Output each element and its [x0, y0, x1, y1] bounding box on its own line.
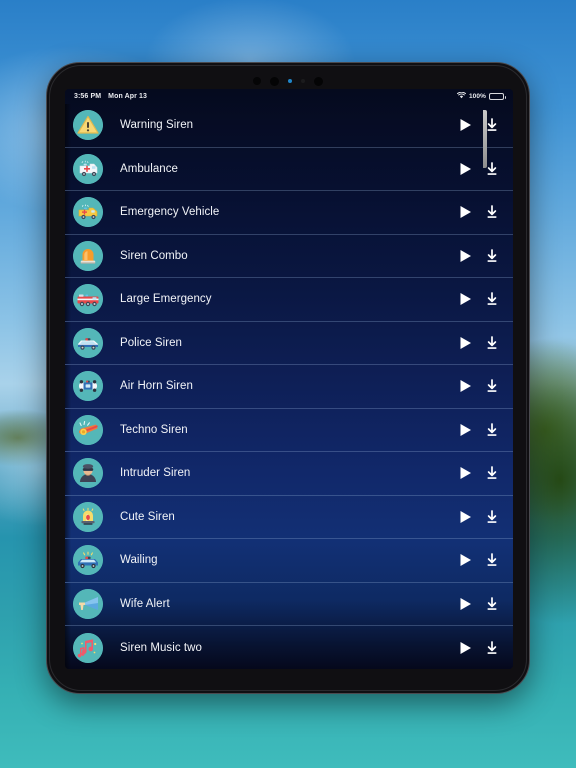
row-actions	[458, 161, 499, 177]
row-actions	[458, 640, 499, 656]
status-bar-left: 3:56 PM Mon Apr 13	[74, 93, 147, 100]
warning-triangle-icon	[73, 110, 103, 141]
sound-row-intruder-siren[interactable]: Intruder Siren	[65, 452, 513, 496]
emergency-vehicle-icon	[73, 197, 103, 228]
row-actions	[458, 248, 499, 264]
sensor-dot-icon	[253, 77, 261, 85]
status-date: Mon Apr 13	[108, 93, 148, 100]
play-button[interactable]	[458, 509, 473, 525]
ambient-sensor-icon	[301, 79, 305, 83]
sound-name: Wife Alert	[120, 597, 170, 610]
sound-name: Siren Combo	[120, 249, 188, 262]
thief-icon	[73, 458, 103, 489]
sound-row-cute-siren[interactable]: Cute Siren	[65, 495, 513, 539]
sound-row-wife-alert[interactable]: Wife Alert	[65, 582, 513, 626]
sound-row-wailing[interactable]: Wailing	[65, 539, 513, 583]
download-button[interactable]	[485, 117, 499, 133]
status-led-icon	[288, 79, 292, 83]
battery-full-icon	[489, 93, 506, 100]
whistle-icon	[73, 414, 103, 445]
status-bar-right: 100%	[456, 91, 506, 101]
row-actions	[458, 291, 499, 307]
sound-row-large-emergency[interactable]: Large Emergency	[65, 278, 513, 322]
row-actions	[458, 117, 499, 133]
download-button[interactable]	[485, 291, 499, 307]
sound-name: Police Siren	[120, 336, 182, 349]
sound-name: Intruder Siren	[120, 467, 191, 480]
download-button[interactable]	[485, 248, 499, 264]
megaphone-icon	[73, 588, 103, 619]
play-button[interactable]	[458, 465, 473, 481]
sound-row-techno-siren[interactable]: Techno Siren	[65, 408, 513, 452]
download-button[interactable]	[485, 465, 499, 481]
police-car-icon	[73, 327, 103, 358]
download-button[interactable]	[485, 161, 499, 177]
row-actions	[458, 596, 499, 612]
camera-lens-icon	[270, 76, 279, 86]
wifi-icon	[456, 91, 467, 101]
siren-light-icon	[73, 240, 103, 271]
row-actions	[458, 422, 499, 438]
play-button[interactable]	[458, 248, 473, 264]
sound-row-air-horn-siren[interactable]: Air Horn Siren	[65, 365, 513, 409]
play-button[interactable]	[458, 640, 473, 656]
sound-row-ambulance[interactable]: Ambulance	[65, 147, 513, 191]
battery-percentage: 100%	[468, 93, 486, 100]
row-actions	[458, 465, 499, 481]
row-actions	[458, 335, 499, 351]
sound-name: Techno Siren	[120, 423, 188, 436]
play-button[interactable]	[458, 335, 473, 351]
sound-row-siren-music-two[interactable]: Siren Music two	[65, 626, 513, 669]
sound-name: Large Emergency	[120, 293, 212, 306]
sound-row-police-siren[interactable]: Police Siren	[65, 321, 513, 365]
download-button[interactable]	[485, 204, 499, 220]
download-button[interactable]	[485, 378, 499, 394]
download-button[interactable]	[485, 640, 499, 656]
sound-row-emergency-vehicle[interactable]: Emergency Vehicle	[65, 191, 513, 235]
tablet-device: 3:56 PM Mon Apr 13 100% Warning Siren Am…	[46, 62, 530, 694]
siren-lamp-icon	[73, 501, 103, 532]
sound-name: Ambulance	[120, 162, 178, 175]
play-button[interactable]	[458, 291, 473, 307]
status-bar: 3:56 PM Mon Apr 13 100%	[65, 89, 513, 104]
download-button[interactable]	[485, 552, 499, 568]
sound-name: Wailing	[120, 554, 158, 567]
fire-truck-icon	[73, 284, 103, 315]
play-button[interactable]	[458, 596, 473, 612]
sound-name: Air Horn Siren	[120, 380, 193, 393]
sound-row-warning-siren[interactable]: Warning Siren	[65, 104, 513, 148]
siren-sounds-app: 3:56 PM Mon Apr 13 100% Warning Siren Am…	[65, 89, 513, 669]
sound-name: Cute Siren	[120, 510, 175, 523]
sound-list[interactable]: Warning Siren Ambulance Emergency Vehicl…	[65, 104, 513, 669]
play-button[interactable]	[458, 378, 473, 394]
play-button[interactable]	[458, 117, 473, 133]
play-button[interactable]	[458, 161, 473, 177]
download-button[interactable]	[485, 596, 499, 612]
row-actions	[458, 509, 499, 525]
front-camera-cluster	[47, 75, 529, 87]
play-button[interactable]	[458, 422, 473, 438]
download-button[interactable]	[485, 509, 499, 525]
play-button[interactable]	[458, 552, 473, 568]
volume-button[interactable]	[483, 110, 487, 168]
sound-row-siren-combo[interactable]: Siren Combo	[65, 234, 513, 278]
download-button[interactable]	[485, 422, 499, 438]
ambulance-icon	[73, 153, 103, 184]
sound-name: Siren Music two	[120, 641, 202, 654]
police-car-lights-icon	[73, 545, 103, 576]
row-actions	[458, 552, 499, 568]
row-actions	[458, 378, 499, 394]
status-time: 3:56 PM	[74, 93, 102, 100]
sound-name: Emergency Vehicle	[120, 206, 220, 219]
music-notes-icon	[73, 632, 103, 663]
camera-lens-secondary-icon	[314, 76, 323, 86]
play-button[interactable]	[458, 204, 473, 220]
sound-name: Warning Siren	[120, 119, 194, 132]
download-button[interactable]	[485, 335, 499, 351]
row-actions	[458, 204, 499, 220]
tablet-screen: 3:56 PM Mon Apr 13 100% Warning Siren Am…	[65, 89, 513, 669]
police-car-top-icon	[73, 371, 103, 402]
